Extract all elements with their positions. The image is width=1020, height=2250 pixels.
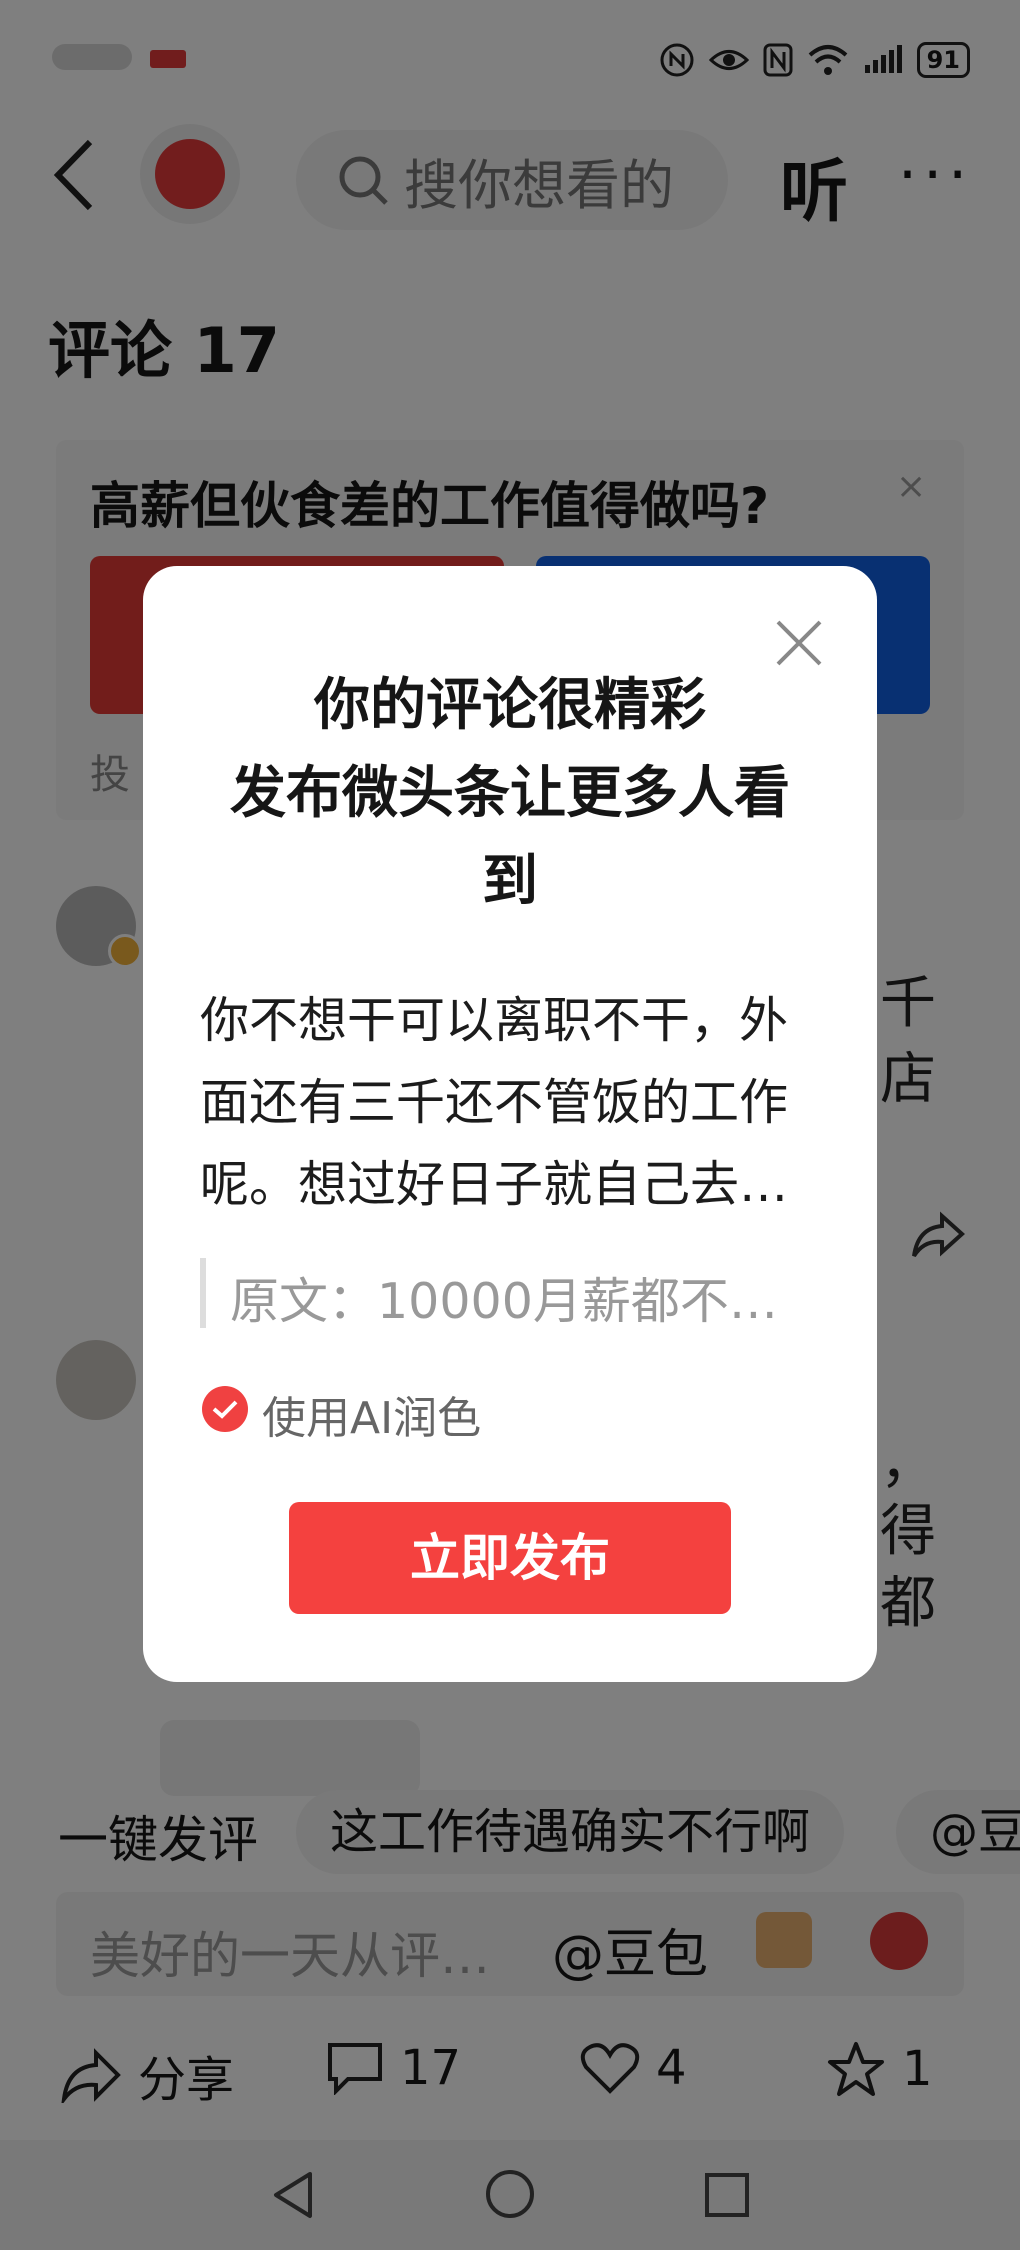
dialog-title-line: 发布微头条让更多人看 <box>230 761 790 826</box>
comment-preview-line: 呢。想过好日子就自己去… <box>200 1156 789 1213</box>
dialog-title-line: 你的评论很精彩 <box>314 673 706 738</box>
close-icon <box>776 620 822 666</box>
publish-button[interactable]: 立即发布 <box>289 1502 731 1614</box>
quote-bar <box>200 1258 206 1328</box>
ai-polish-checkbox[interactable] <box>202 1386 248 1432</box>
original-comment-text: 原文：10000月薪都不… <box>230 1273 778 1330</box>
dialog-title: 你的评论很精彩 发布微头条让更多人看 到 <box>143 662 877 926</box>
dialog-close-button[interactable] <box>774 618 824 668</box>
comment-preview-line: 面还有三千还不管饭的工作 <box>200 1074 789 1131</box>
comment-preview: 你不想干可以离职不干，外 面还有三千还不管饭的工作 呢。想过好日子就自己去… <box>200 980 826 1226</box>
checkmark-icon <box>212 1400 238 1419</box>
dialog-title-line: 到 <box>482 849 538 914</box>
ai-polish-label[interactable]: 使用AI润色 <box>262 1382 481 1446</box>
comment-preview-line: 你不想干可以离职不干，外 <box>200 992 789 1049</box>
